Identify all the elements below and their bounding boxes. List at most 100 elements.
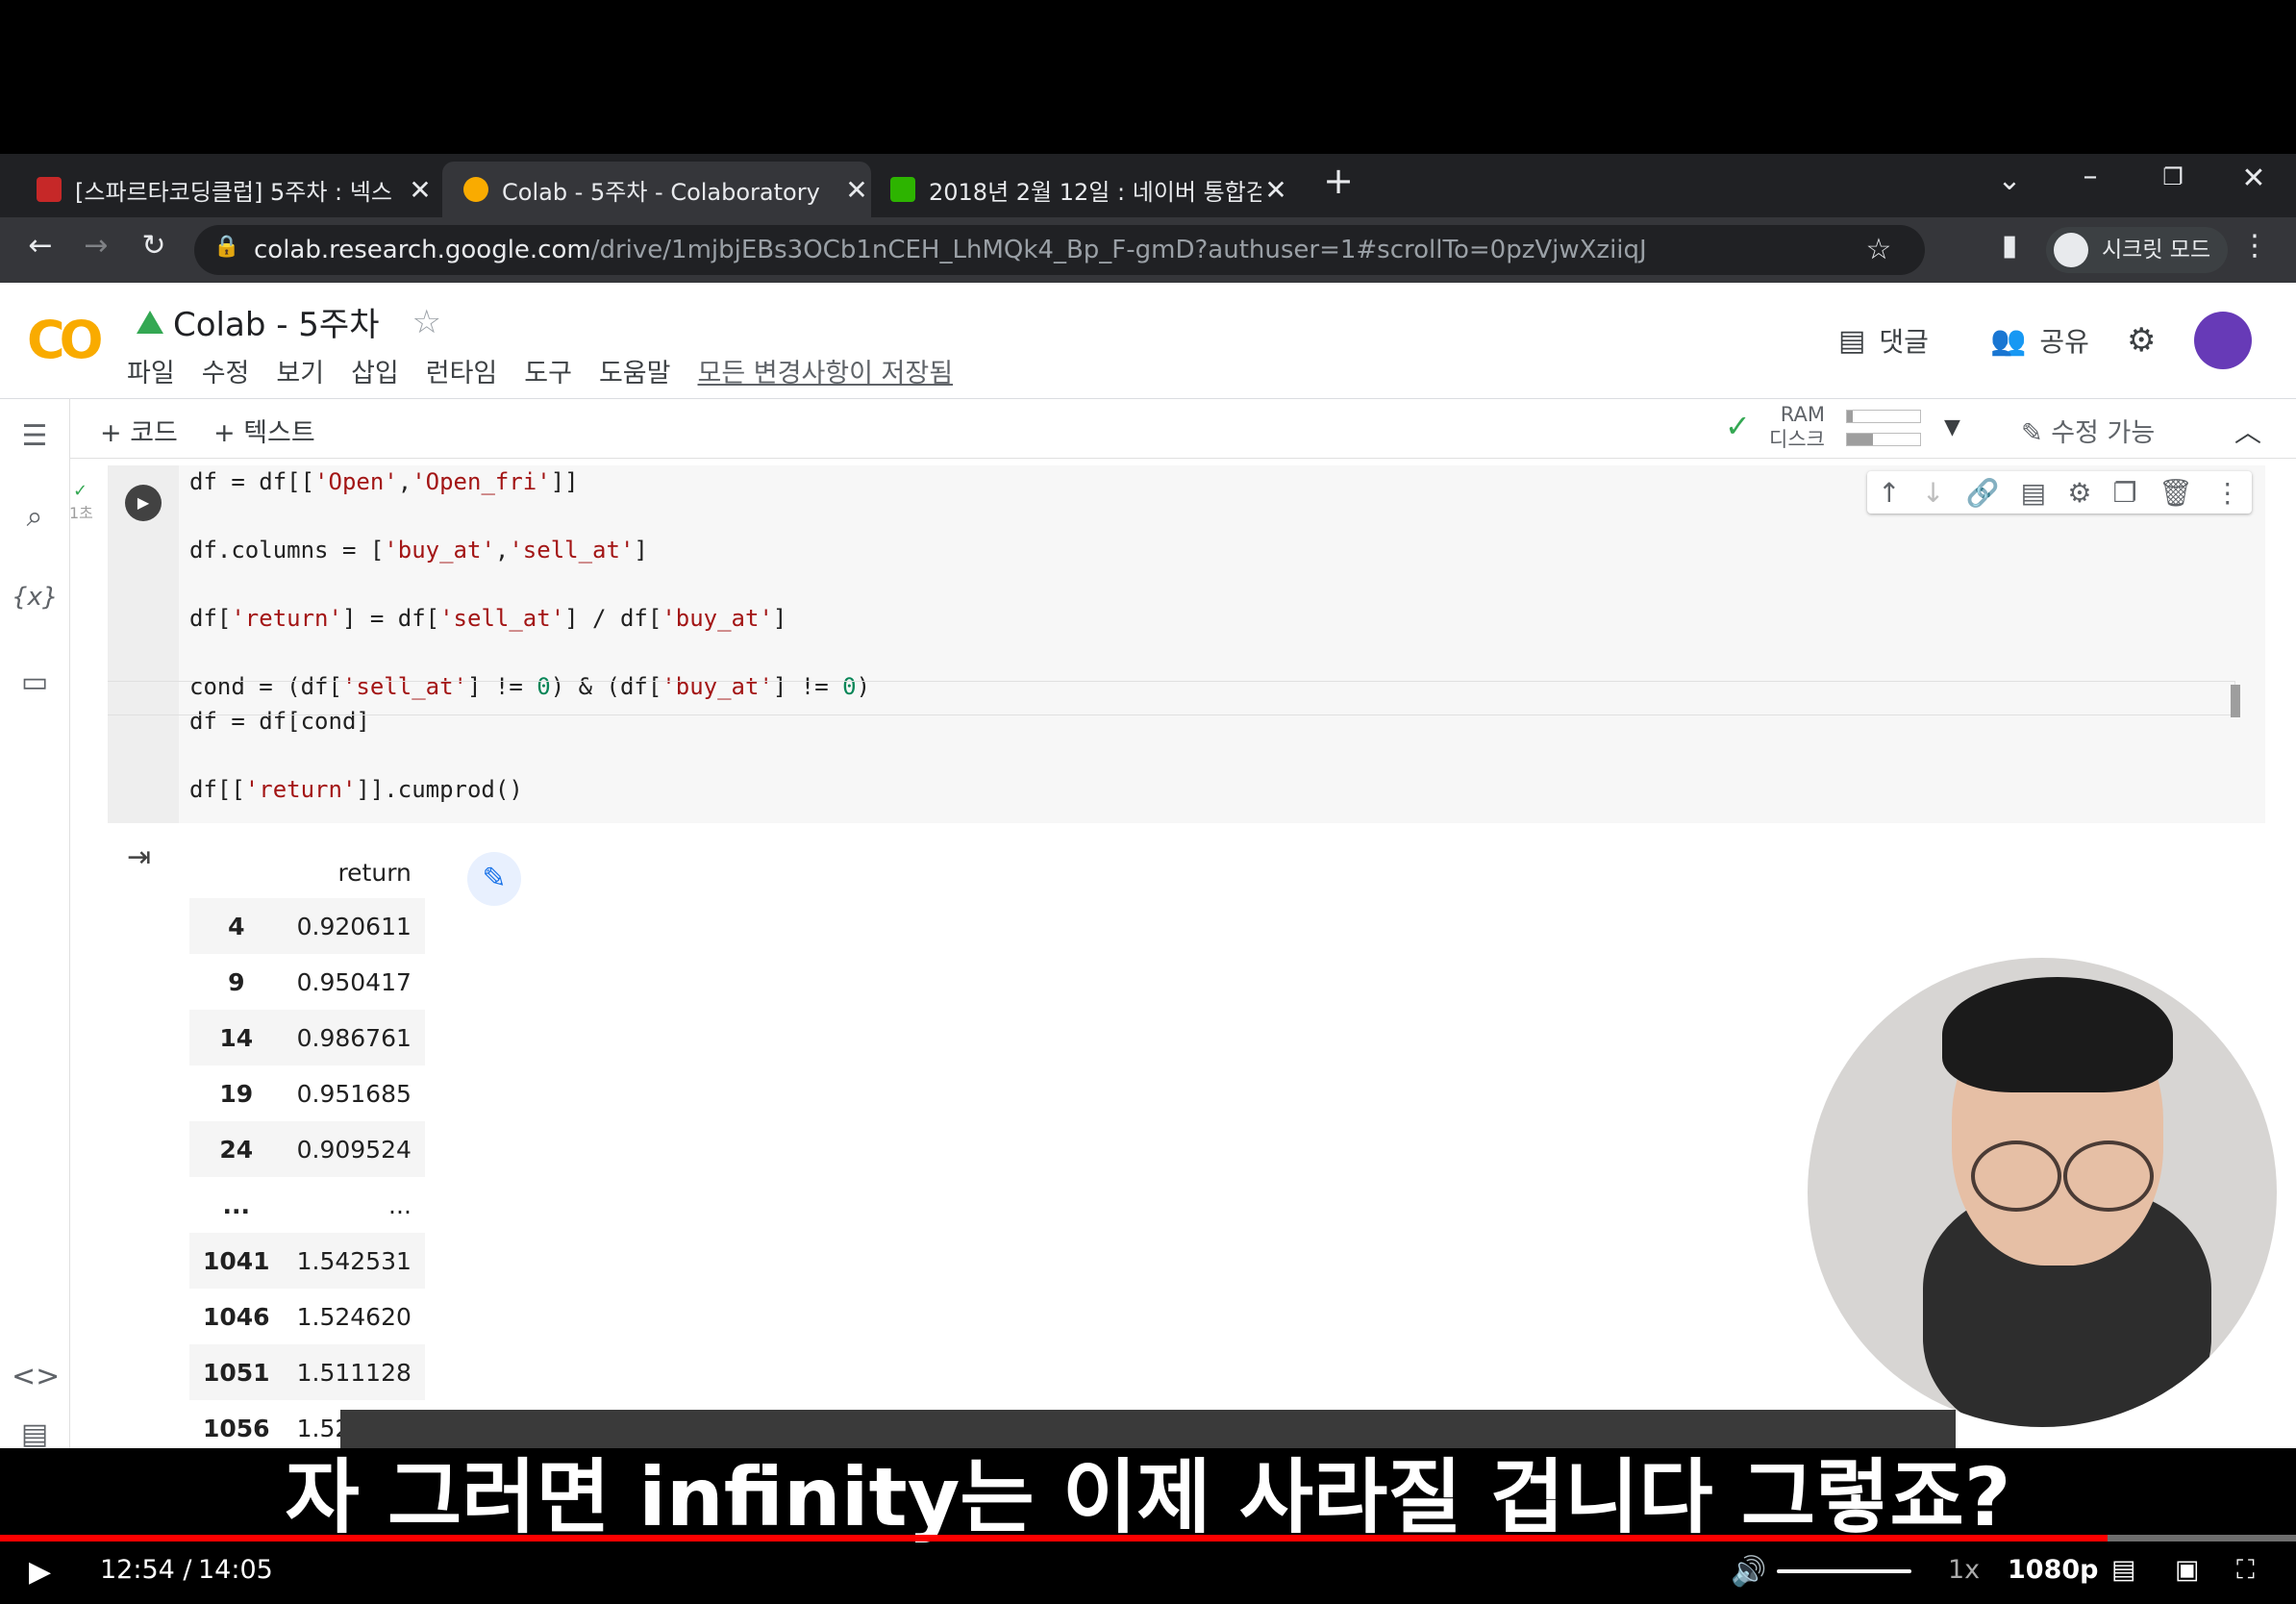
- more-icon[interactable]: ⋮: [2214, 477, 2241, 509]
- edit-mode-button[interactable]: ✎ 수정 가능: [2021, 412, 2155, 449]
- minimize-icon[interactable]: –: [2071, 160, 2109, 193]
- back-icon[interactable]: ←: [19, 229, 62, 263]
- menu-edit[interactable]: 수정: [202, 352, 250, 389]
- forward-icon[interactable]: →: [75, 229, 117, 263]
- row-value: 0.950417: [296, 967, 412, 996]
- run-cell-button[interactable]: ▶: [125, 485, 162, 521]
- browser-menu-icon[interactable]: ⋮: [2240, 229, 2269, 263]
- restore-icon[interactable]: ❐: [2154, 163, 2192, 190]
- star-icon[interactable]: ☆: [412, 303, 440, 341]
- code-line[interactable]: df['return'] = df['sell_at'] / df['buy_a…: [189, 602, 870, 637]
- move-down-icon[interactable]: ↓: [1922, 477, 1944, 509]
- menu-tools[interactable]: 도구: [524, 352, 572, 389]
- avatar[interactable]: [2194, 312, 2252, 369]
- folder-icon[interactable]: ▭: [12, 665, 58, 699]
- naver-favicon-icon: [890, 177, 915, 202]
- settings-gear-icon[interactable]: ⚙: [2127, 321, 2156, 360]
- tab-search-icon[interactable]: ⌄: [1990, 163, 2029, 197]
- table-of-contents-icon[interactable]: ☰: [12, 419, 58, 453]
- code-line[interactable]: [189, 637, 870, 671]
- playback-speed[interactable]: 1x: [1948, 1555, 1980, 1585]
- quality-label[interactable]: 1080p: [2008, 1555, 2098, 1585]
- resource-labels[interactable]: RAM 디스크: [1769, 402, 1825, 452]
- cell-settings-icon[interactable]: ⚙: [2067, 477, 2091, 509]
- collapse-header-icon[interactable]: ︿: [2234, 412, 2261, 450]
- row-index: 1041: [189, 1233, 284, 1289]
- delete-icon[interactable]: 🗑: [2159, 477, 2193, 509]
- row-value: 1.524620: [296, 1302, 412, 1331]
- incognito-badge[interactable]: 시크릿 모드: [2046, 227, 2229, 273]
- resources-dropdown-icon[interactable]: ▼: [1944, 415, 1960, 439]
- code-line[interactable]: [189, 739, 870, 773]
- video-progress-bar[interactable]: [0, 1535, 2296, 1541]
- miniplayer-icon[interactable]: ▣: [2175, 1555, 2200, 1585]
- fullscreen-exit-icon[interactable]: ⛶: [2236, 1555, 2255, 1586]
- share-button[interactable]: 👥 공유: [1990, 321, 2089, 360]
- code-line[interactable]: df = df[['Open','Open_fri']]: [189, 465, 870, 500]
- menu-file[interactable]: 파일: [127, 352, 175, 389]
- code-editor[interactable]: ▶ ✓ 1초 df = df[['Open','Open_fri']] df.c…: [69, 465, 2265, 823]
- bookmark-star-icon[interactable]: ☆: [1859, 233, 1898, 266]
- volume-icon[interactable]: 🔊: [1731, 1555, 1766, 1589]
- notebook-toolbar: + 코드 + 텍스트 ✓ RAM 디스크 ▼ ✎ 수정 가능 ︿: [69, 398, 2296, 459]
- tab-sparta[interactable]: [스파르타코딩클럽] 5주차 : 넥스 ✕: [19, 162, 435, 217]
- row-value: 0.920611: [283, 898, 425, 954]
- reload-icon[interactable]: ↻: [133, 229, 175, 263]
- close-window-icon[interactable]: ✕: [2234, 162, 2273, 195]
- drive-icon: [137, 310, 163, 334]
- save-status[interactable]: 모든 변경사항이 저장됨: [698, 352, 954, 389]
- row-index: 19: [219, 1079, 254, 1108]
- row-index: 9: [228, 967, 245, 996]
- table-row: 19 0.951685: [189, 1065, 425, 1121]
- menu-runtime[interactable]: 런타임: [426, 352, 498, 389]
- comment-icon[interactable]: ▤: [2021, 477, 2046, 509]
- comment-button[interactable]: ▤ 댓글: [1838, 321, 1929, 360]
- notebook-title-text[interactable]: Colab - 5주차: [173, 298, 379, 345]
- current-time: 12:54 /: [100, 1555, 192, 1585]
- row-index: 1051: [189, 1344, 284, 1400]
- move-up-icon[interactable]: ↑: [1878, 477, 1900, 509]
- code-line[interactable]: [189, 500, 870, 535]
- editor-scrollbar[interactable]: [2231, 685, 2240, 717]
- mirror-cell-icon[interactable]: ❐: [2113, 477, 2137, 509]
- lock-icon[interactable]: 🔒: [213, 235, 239, 259]
- new-tab-button[interactable]: +: [1319, 160, 1358, 202]
- menu-help[interactable]: 도움말: [599, 352, 671, 389]
- address-bar[interactable]: 🔒 colab.research.google.com/drive/1mjbjE…: [194, 225, 1925, 275]
- row-value: 1.511128: [283, 1344, 425, 1400]
- presenter-hair: [1942, 977, 2173, 1092]
- link-icon[interactable]: 🔗: [1966, 477, 2000, 509]
- colab-header: CO Colab - 5주차 ☆ 파일 수정 보기 삽입 런타임 도구 도움말 …: [0, 283, 2296, 399]
- dataframe-table: return 4 0.920611 9 0.950417 14 0.986761 19 0.9…: [189, 846, 425, 1448]
- row-value: 1.542531: [283, 1233, 425, 1289]
- close-tab-icon[interactable]: ✕: [1261, 174, 1290, 206]
- row-index: ...: [222, 1190, 251, 1219]
- add-code-button[interactable]: + 코드: [100, 412, 178, 449]
- colab-logo[interactable]: CO: [27, 310, 104, 370]
- cell-gutter: ▶: [108, 465, 179, 823]
- code-line[interactable]: df.columns = ['buy_at','sell_at']: [189, 534, 870, 568]
- code-line[interactable]: df[['return']].cumprod(): [189, 773, 870, 808]
- output-actions-icon[interactable]: ⇥: [127, 840, 151, 874]
- table-row: 1051 1.511128: [189, 1344, 425, 1400]
- tab-naver[interactable]: 2018년 2월 12일 : 네이버 통합검 ✕: [877, 162, 1290, 217]
- search-icon[interactable]: ⌕: [12, 500, 58, 534]
- volume-slider[interactable]: [1777, 1569, 1911, 1573]
- menu-insert[interactable]: 삽입: [351, 352, 399, 389]
- captions-icon[interactable]: ▤: [2111, 1555, 2136, 1585]
- close-tab-icon[interactable]: ✕: [406, 174, 435, 206]
- close-tab-icon[interactable]: ✕: [842, 174, 871, 206]
- menu-view[interactable]: 보기: [276, 352, 324, 389]
- code-text[interactable]: df = df[['Open','Open_fri']] df.columns …: [189, 465, 870, 807]
- notebook-title[interactable]: Colab - 5주차 ☆: [137, 298, 441, 345]
- table-row: 14 0.986761: [189, 1010, 425, 1065]
- video-progress-fill: [0, 1535, 2109, 1541]
- code-line[interactable]: [189, 568, 870, 603]
- add-text-button[interactable]: + 텍스트: [213, 412, 315, 449]
- variables-icon[interactable]: {x}: [12, 583, 58, 612]
- tab-colab[interactable]: Colab - 5주차 - Colaboratory ✕: [442, 162, 871, 217]
- side-panel-icon[interactable]: ▮: [1990, 229, 2029, 263]
- code-snippets-icon[interactable]: <>: [12, 1360, 60, 1393]
- play-icon[interactable]: ▶: [29, 1555, 51, 1589]
- interactive-table-button[interactable]: ✎: [467, 852, 521, 906]
